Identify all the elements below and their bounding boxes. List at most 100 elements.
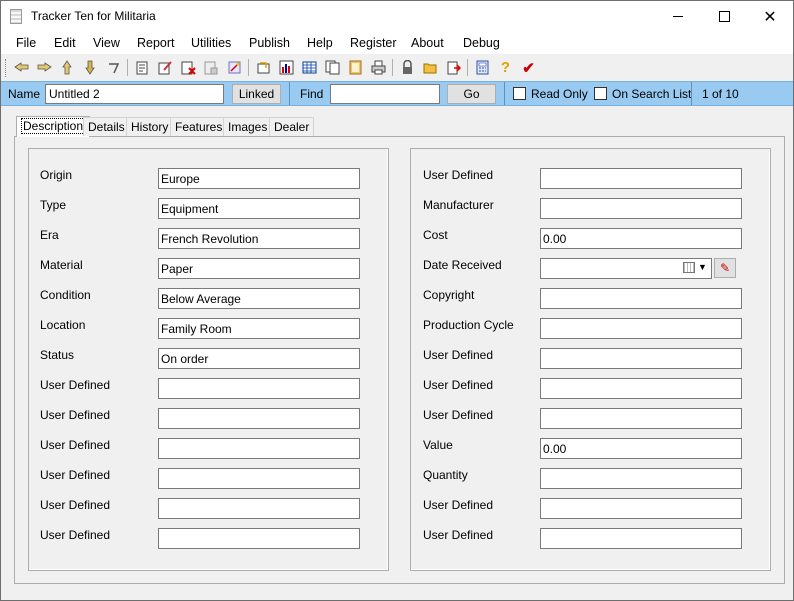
app-icon xyxy=(10,9,22,24)
user-defined-field[interactable] xyxy=(540,348,742,369)
user-defined-field[interactable] xyxy=(158,438,360,459)
search-bar: Name Untitled 2 Linked Find Go Read Only… xyxy=(1,81,793,106)
linked-button[interactable]: Linked xyxy=(232,84,281,104)
help-icon[interactable]: ? xyxy=(496,58,515,77)
field-label: Era xyxy=(40,228,59,242)
user-defined-field[interactable] xyxy=(540,378,742,399)
copyright-field[interactable] xyxy=(540,288,742,309)
cost-field[interactable]: 0.00 xyxy=(540,228,742,249)
tab-history[interactable]: History xyxy=(126,117,174,136)
menu-view[interactable]: View xyxy=(93,36,120,50)
calculator-icon[interactable] xyxy=(473,58,492,77)
tab-images[interactable]: Images xyxy=(223,117,273,136)
user-defined-field[interactable] xyxy=(158,408,360,429)
clear-record-icon[interactable] xyxy=(202,58,221,77)
field-label: Date Received xyxy=(423,258,502,272)
tab-features[interactable]: Features xyxy=(170,117,228,136)
open-folder-icon[interactable] xyxy=(421,58,440,77)
menu-report[interactable]: Report xyxy=(137,36,175,50)
window-title: Tracker Ten for Militaria xyxy=(31,9,156,23)
next-record-icon[interactable] xyxy=(58,58,77,77)
user-defined-field[interactable] xyxy=(158,498,360,519)
status-field[interactable]: On order xyxy=(158,348,360,369)
menu-bar: File Edit View Report Utilities Publish … xyxy=(1,32,793,54)
wizard-icon[interactable] xyxy=(225,58,244,77)
date-picker-button[interactable]: ✎ xyxy=(714,258,736,278)
tab-details[interactable]: Details xyxy=(83,117,130,136)
export-icon[interactable] xyxy=(444,58,463,77)
user-defined-field[interactable] xyxy=(158,378,360,399)
field-label: User Defined xyxy=(40,408,111,422)
menu-register[interactable]: Register xyxy=(350,36,397,50)
field-label: Type xyxy=(40,198,67,212)
toolbar-separator xyxy=(248,59,249,76)
material-field[interactable]: Paper xyxy=(158,258,360,279)
user-defined-field[interactable] xyxy=(540,168,742,189)
menu-about[interactable]: About xyxy=(411,36,444,50)
quantity-field[interactable] xyxy=(540,468,742,489)
era-field[interactable]: French Revolution xyxy=(158,228,360,249)
field-label: User Defined xyxy=(423,378,494,392)
condition-field[interactable]: Below Average xyxy=(158,288,360,309)
delete-record-icon[interactable] xyxy=(179,58,198,77)
manufacturer-field[interactable] xyxy=(540,198,742,219)
user-defined-field[interactable] xyxy=(540,528,742,549)
field-label: User Defined xyxy=(423,498,494,512)
name-input[interactable]: Untitled 2 xyxy=(45,84,224,104)
search-divider xyxy=(289,82,290,105)
menu-utilities[interactable]: Utilities xyxy=(191,36,231,50)
toolbar-grip[interactable] xyxy=(5,59,8,77)
field-label: Value xyxy=(423,438,453,452)
print-icon[interactable] xyxy=(369,58,388,77)
go-button[interactable]: Go xyxy=(447,84,496,104)
menu-edit[interactable]: Edit xyxy=(54,36,76,50)
last-record-icon[interactable] xyxy=(81,58,100,77)
value-field[interactable]: 0.00 xyxy=(540,438,742,459)
field-label: User Defined xyxy=(40,468,111,482)
lock-icon[interactable] xyxy=(398,58,417,77)
duplicate-icon[interactable] xyxy=(323,58,342,77)
name-label: Name xyxy=(8,87,41,101)
previous-record-icon[interactable] xyxy=(35,58,54,77)
origin-field[interactable]: Europe xyxy=(158,168,360,189)
type-field[interactable]: Equipment xyxy=(158,198,360,219)
location-field[interactable]: Family Room xyxy=(158,318,360,339)
check-icon[interactable]: ✔ xyxy=(519,58,538,77)
field-label: User Defined xyxy=(423,168,494,182)
read-only-checkbox[interactable] xyxy=(513,87,526,100)
close-button[interactable]: ✕ xyxy=(747,1,793,32)
user-defined-field[interactable] xyxy=(158,468,360,489)
field-label: User Defined xyxy=(423,528,494,542)
maximize-button[interactable] xyxy=(701,1,747,32)
chart-icon[interactable] xyxy=(277,58,296,77)
menu-file[interactable]: File xyxy=(16,36,36,50)
photo-icon[interactable] xyxy=(346,58,365,77)
import-icon[interactable] xyxy=(254,58,273,77)
production-cycle-field[interactable] xyxy=(540,318,742,339)
field-label: Production Cycle xyxy=(423,318,514,332)
chevron-down-icon[interactable]: ▼ xyxy=(698,262,707,272)
status-strip xyxy=(1,589,793,600)
minimize-button[interactable] xyxy=(655,1,701,32)
find-input[interactable] xyxy=(330,84,440,104)
user-defined-field[interactable] xyxy=(540,408,742,429)
insert-record-icon[interactable] xyxy=(104,58,123,77)
calendar-icon[interactable] xyxy=(683,262,695,273)
tab-description[interactable]: Description xyxy=(16,116,91,137)
menu-help[interactable]: Help xyxy=(307,36,333,50)
field-label: Material xyxy=(40,258,83,272)
app-window: Tracker Ten for Militaria ✕ File Edit Vi… xyxy=(0,0,794,601)
user-defined-field[interactable] xyxy=(540,498,742,519)
tab-label: Description xyxy=(21,118,86,134)
user-defined-field[interactable] xyxy=(158,528,360,549)
first-record-icon[interactable] xyxy=(12,58,31,77)
copy-record-icon[interactable] xyxy=(133,58,152,77)
edit-record-icon[interactable] xyxy=(156,58,175,77)
search-divider xyxy=(691,82,692,105)
menu-publish[interactable]: Publish xyxy=(249,36,290,50)
field-label: Condition xyxy=(40,288,91,302)
menu-debug[interactable]: Debug xyxy=(463,36,500,50)
grid-icon[interactable] xyxy=(300,58,319,77)
on-search-list-checkbox[interactable] xyxy=(594,87,607,100)
tab-dealer[interactable]: Dealer xyxy=(269,117,315,136)
